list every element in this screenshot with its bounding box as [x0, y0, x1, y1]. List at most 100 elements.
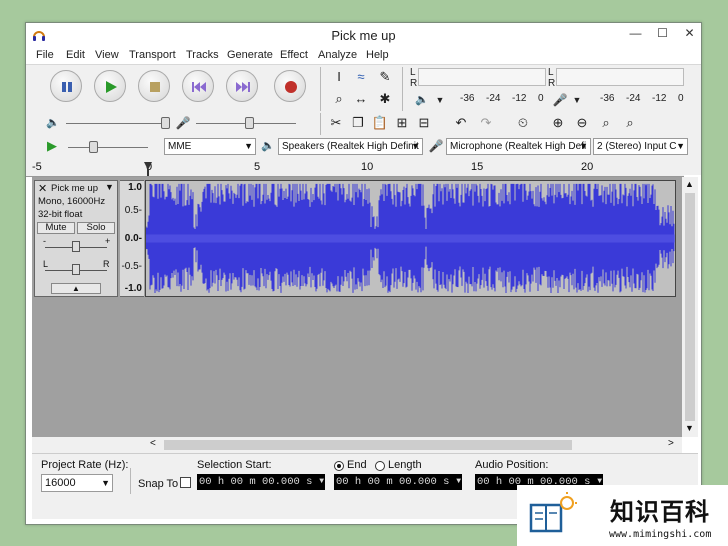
menu-edit[interactable]: Edit — [66, 49, 85, 61]
selection-end-time[interactable]: 00 h 00 m 00.000 s ▼ — [334, 474, 462, 490]
output-device-select[interactable]: Speakers (Realtek High Definit ▼ — [278, 138, 423, 155]
fit-selection-icon[interactable]: ⌕ — [596, 113, 616, 133]
multi-tool-icon[interactable]: ✱ — [375, 89, 395, 109]
menu-tracks[interactable]: Tracks — [186, 49, 219, 61]
zoom-tool-icon[interactable]: ⌕ — [329, 89, 349, 109]
playback-meter-dropdown-icon[interactable]: ▼ — [430, 90, 450, 110]
meter-scale-label: -24 — [626, 93, 641, 104]
input-channels-value: 2 (Stereo) Input C — [597, 141, 677, 152]
scroll-left-icon[interactable]: < — [150, 438, 156, 449]
close-button[interactable]: ✕ — [676, 23, 703, 43]
draw-tool-icon[interactable]: ✎ — [375, 67, 395, 87]
minimize-button[interactable]: — — [622, 23, 649, 43]
menu-help[interactable]: Help — [366, 49, 389, 61]
meter-right-channel: R — [410, 78, 418, 89]
scroll-up-icon[interactable]: ▲ — [685, 179, 694, 189]
record-meter[interactable] — [556, 68, 684, 86]
gain-slider-thumb[interactable] — [72, 241, 80, 252]
copy-icon[interactable]: ❐ — [348, 113, 368, 133]
horizontal-scrollbar[interactable]: < > — [32, 437, 682, 453]
output-volume-thumb[interactable] — [161, 117, 170, 129]
play-icon — [106, 81, 117, 93]
maximize-button[interactable]: ☐ — [649, 23, 676, 43]
audio-host-select[interactable]: MME ▼ — [164, 138, 256, 155]
input-device-value: Microphone (Realtek High Defi — [450, 141, 587, 152]
scroll-right-icon[interactable]: > — [668, 438, 674, 449]
play-at-speed-icon[interactable]: ▶ — [42, 136, 62, 156]
snap-to-checkbox[interactable] — [180, 477, 191, 488]
menu-effect[interactable]: Effect — [280, 49, 308, 61]
chevron-down-icon: ▼ — [319, 477, 324, 486]
project-rate-select[interactable]: 16000 ▼ — [41, 474, 113, 492]
solo-button[interactable]: Solo — [77, 222, 115, 234]
trim-audio-icon[interactable]: ⊞ — [392, 113, 412, 133]
project-rate-value: 16000 — [45, 477, 76, 489]
undo-icon[interactable]: ↶ — [451, 113, 471, 133]
scroll-down-icon[interactable]: ▼ — [685, 423, 694, 433]
audio-host-value: MME — [168, 141, 192, 152]
speaker-icon[interactable]: 🔈 — [412, 90, 432, 110]
timeshift-tool-icon[interactable]: ↔ — [351, 89, 371, 109]
length-radio[interactable] — [375, 461, 385, 471]
skip-end-button[interactable] — [226, 70, 258, 102]
meter-scale-label: 0 — [678, 93, 684, 104]
timeline-ruler[interactable]: -5 0 5 10 15 20 — [26, 160, 684, 177]
ruler-tick-label: 10 — [361, 161, 374, 173]
selection-tool-icon[interactable]: I — [329, 67, 349, 87]
playhead-marker-icon[interactable] — [144, 162, 152, 176]
rec-meter-left-channel: L — [548, 67, 554, 78]
sync-lock-icon[interactable]: ⏲ — [513, 113, 533, 133]
menu-transport[interactable]: Transport — [129, 49, 176, 61]
menu-generate[interactable]: Generate — [227, 49, 273, 61]
cut-icon[interactable]: ✂ — [326, 113, 346, 133]
horizontal-scroll-thumb[interactable] — [164, 440, 572, 450]
silence-audio-icon[interactable]: ⊟ — [414, 113, 434, 133]
vertical-scroll-thumb[interactable] — [685, 193, 695, 421]
envelope-tool-icon[interactable]: ≈ — [351, 67, 371, 87]
input-channels-select[interactable]: 2 (Stereo) Input C ▼ — [593, 138, 688, 155]
collapse-track-button[interactable]: ▲ — [51, 283, 101, 294]
project-rate-label: Project Rate (Hz): — [41, 459, 129, 471]
menu-view[interactable]: View — [95, 49, 119, 61]
mute-button[interactable]: Mute — [37, 222, 75, 234]
record-button[interactable] — [274, 70, 306, 102]
end-radio[interactable] — [334, 461, 344, 471]
record-meter-dropdown-icon[interactable]: ▼ — [567, 90, 587, 110]
input-device-select[interactable]: Microphone (Realtek High Defi ▼ — [446, 138, 591, 155]
stop-button[interactable] — [138, 70, 170, 102]
track-close-icon[interactable]: ✕ — [38, 182, 47, 195]
redo-icon[interactable]: ↷ — [476, 113, 496, 133]
menu-analyze[interactable]: Analyze — [318, 49, 357, 61]
waveform-display[interactable] — [145, 180, 676, 297]
meter-scale-label: -12 — [652, 93, 667, 104]
record-icon — [285, 81, 297, 93]
playback-meter[interactable] — [418, 68, 546, 86]
pause-button[interactable] — [50, 70, 82, 102]
watermark-cn-text: 知识百科 — [610, 498, 710, 526]
input-volume-thumb[interactable] — [245, 117, 254, 129]
track-menu-dropdown-icon[interactable]: ▼ — [105, 182, 114, 192]
zoom-out-icon[interactable]: ⊖ — [572, 113, 592, 133]
track-format-info: Mono, 16000Hz — [38, 196, 106, 207]
skip-start-button[interactable] — [182, 70, 214, 102]
ruler-tick-label: 15 — [471, 161, 484, 173]
meter-scale-label: -12 — [512, 93, 527, 104]
amplitude-tick: 1.0 — [128, 182, 142, 193]
ruler-tick-label: 20 — [581, 161, 594, 173]
paste-icon[interactable]: 📋 — [370, 113, 390, 133]
output-volume-slider[interactable] — [66, 123, 166, 124]
play-button[interactable] — [94, 70, 126, 102]
fit-project-icon[interactable]: ⌕ — [620, 113, 640, 133]
pan-left-label: L — [43, 259, 49, 269]
selection-start-time[interactable]: 00 h 00 m 00.000 s ▼ — [197, 474, 325, 490]
vertical-scrollbar[interactable]: ▲ ▼ — [682, 177, 698, 437]
play-speed-slider[interactable] — [68, 147, 148, 148]
amplitude-scale[interactable]: 1.0 0.5- 0.0- -0.5- -1.0 — [120, 180, 144, 297]
track-name[interactable]: Pick me up — [51, 183, 98, 194]
meter-scale-label: -36 — [600, 93, 615, 104]
zoom-in-icon[interactable]: ⊕ — [548, 113, 568, 133]
play-speed-thumb[interactable] — [89, 141, 98, 153]
menu-file[interactable]: File — [36, 49, 54, 61]
pan-slider-thumb[interactable] — [72, 264, 80, 275]
meter-scale-label: 0 — [538, 93, 544, 104]
